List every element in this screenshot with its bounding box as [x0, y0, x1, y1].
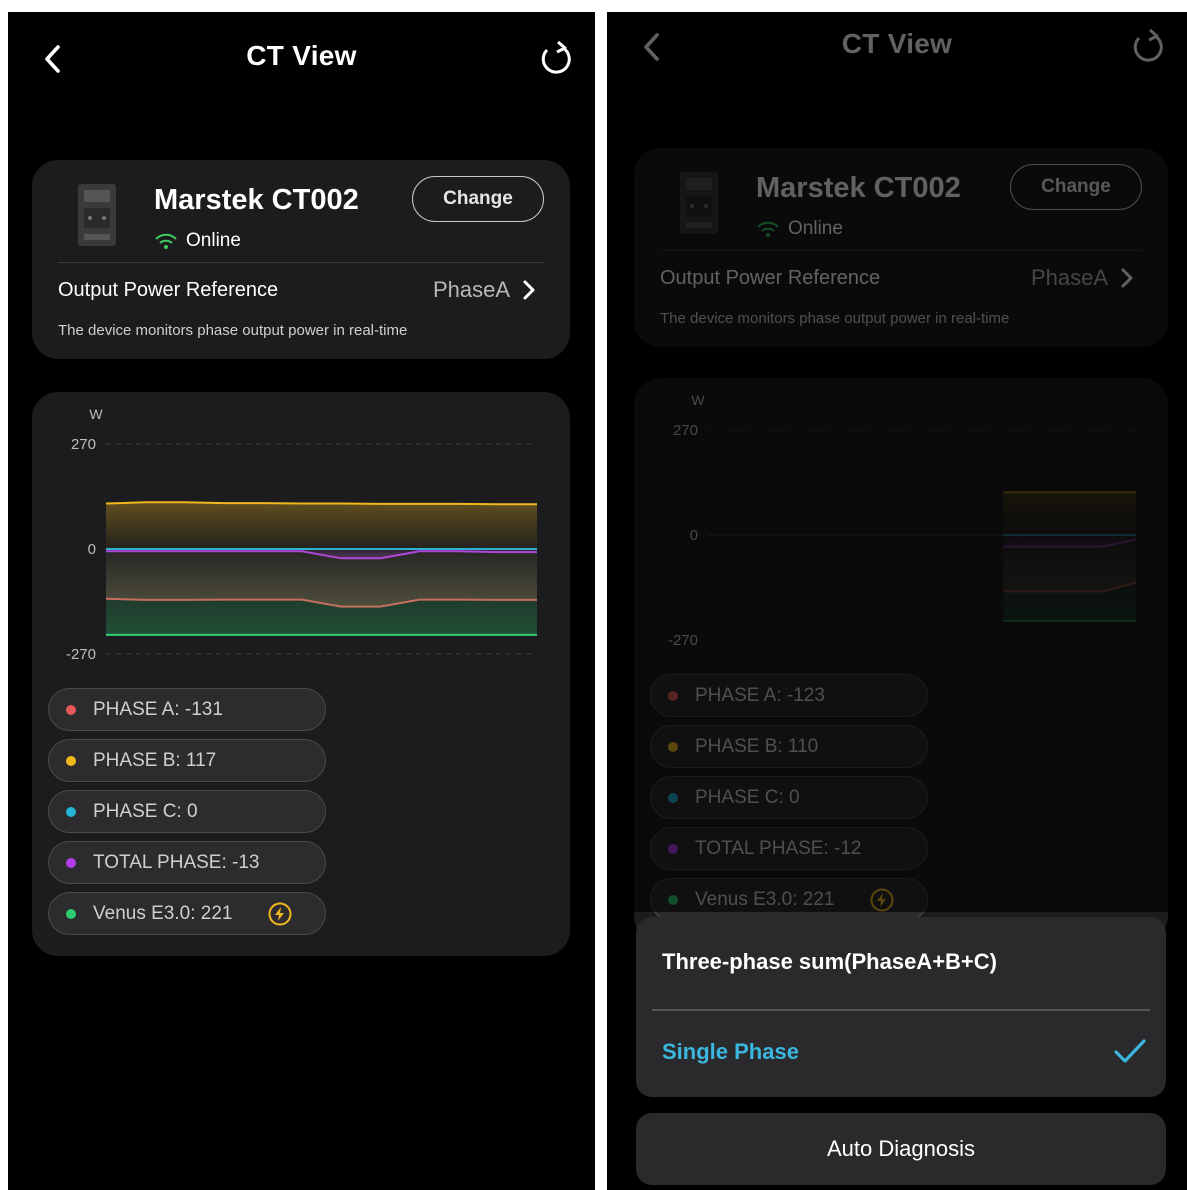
- series-area: [106, 549, 537, 635]
- legend-dot: [668, 894, 678, 905]
- series-area: [106, 502, 537, 549]
- legend-item[interactable]: TOTAL PHASE: -12: [650, 827, 928, 870]
- power-chart-card: W 270 0 -270 PHASE A: -131 PHASE B: 117 PHASE…: [32, 392, 570, 956]
- legend-item[interactable]: TOTAL PHASE: -13: [48, 841, 326, 884]
- legend-label: Venus E3.0: 221: [93, 902, 233, 924]
- device-card: Marstek CT002 Online Change Output Power…: [634, 148, 1168, 347]
- legend-dot: [66, 806, 76, 817]
- legend-item[interactable]: Venus E3.0: 221: [48, 892, 326, 935]
- chevron-right-icon: [523, 280, 535, 300]
- wifi-icon: [757, 221, 779, 237]
- legend-label: PHASE B: 110: [695, 735, 819, 757]
- power-chart: W 270 0 -270: [66, 406, 537, 663]
- change-button[interactable]: Change: [1010, 164, 1142, 210]
- nav-bar: CT View: [8, 12, 595, 102]
- device-card: Marstek CT002 Online Change Output Power…: [32, 160, 570, 359]
- option-single-phase[interactable]: Single Phase: [636, 1007, 1166, 1097]
- charging-bolt-icon: [268, 902, 292, 926]
- legend-dot: [66, 755, 76, 766]
- y-tick-label: 270: [673, 422, 698, 439]
- screen-ct-view: CT View Marstek CT002 Online Change Outp…: [8, 12, 595, 1190]
- option-three-phase-sum[interactable]: Three-phase sum(PhaseA+B+C): [636, 917, 1166, 1007]
- legend-dot: [66, 908, 76, 919]
- legend-label: TOTAL PHASE: -13: [93, 851, 260, 873]
- output-power-reference-label: Output Power Reference: [58, 278, 279, 301]
- option-single-phase-label: Single Phase: [662, 1039, 799, 1064]
- device-status: Online: [154, 230, 241, 252]
- series-area: [1003, 535, 1136, 621]
- legend-label: TOTAL PHASE: -12: [695, 837, 862, 859]
- legend-dot: [668, 741, 678, 752]
- y-tick-label: -270: [66, 646, 96, 663]
- output-power-reference-label: Output Power Reference: [660, 266, 881, 289]
- legend-label: PHASE C: 0: [93, 800, 198, 822]
- legend-label: Venus E3.0: 221: [695, 888, 835, 910]
- canvas: CT View Marstek CT002 Online Change Outp…: [0, 0, 1187, 1190]
- page-title: CT View: [246, 40, 357, 71]
- legend-dot: [668, 843, 678, 854]
- screen-ct-view-phase-sheet: CT View Marstek CT002 Online Change Outp…: [607, 12, 1187, 1190]
- legend-dot: [66, 704, 76, 715]
- power-chart-card: W 270 0 -270 PHASE A: -123 PHASE B: 110 PHASE…: [634, 378, 1168, 942]
- device-image: [78, 184, 116, 246]
- refresh-icon[interactable]: [535, 38, 577, 80]
- legend-label: PHASE C: 0: [695, 786, 800, 808]
- divider: [660, 250, 1142, 251]
- output-power-reference-value-wrap: PhaseA: [433, 277, 536, 303]
- wifi-icon: [155, 233, 177, 249]
- charging-bolt-icon: [870, 888, 894, 912]
- legend-label: PHASE B: 117: [93, 749, 217, 771]
- legend-item[interactable]: PHASE C: 0: [48, 790, 326, 833]
- reference-description: The device monitors phase output power i…: [660, 310, 1010, 327]
- legend-dot: [66, 857, 76, 868]
- legend-item[interactable]: PHASE B: 110: [650, 725, 928, 768]
- legend-item[interactable]: PHASE B: 117: [48, 739, 326, 782]
- phase-options-sheet: Three-phase sum(PhaseA+B+C) Single Phase: [636, 917, 1166, 1097]
- legend-item[interactable]: PHASE A: -131: [48, 688, 326, 731]
- legend-dot: [668, 690, 678, 701]
- status-text: Online: [186, 230, 241, 251]
- output-power-reference-row[interactable]: Output Power Reference PhaseA: [58, 274, 536, 306]
- refresh-icon[interactable]: [1127, 26, 1169, 68]
- device-status: Online: [756, 218, 843, 240]
- y-tick-label: 0: [690, 527, 698, 544]
- device-name: Marstek CT002: [154, 184, 359, 216]
- legend-label: PHASE A: -123: [695, 684, 825, 706]
- y-tick-label: 0: [88, 541, 96, 558]
- power-chart: W 270 0 -270: [668, 392, 1137, 649]
- output-power-reference-row[interactable]: Output Power Reference PhaseA: [660, 262, 1134, 294]
- y-axis-unit-label: W: [691, 392, 705, 408]
- chart-legend: PHASE A: -131 PHASE B: 117 PHASE C: 0 TOTAL…: [48, 688, 326, 943]
- page-title: CT View: [841, 28, 953, 59]
- checkmark-icon: [1114, 1039, 1146, 1063]
- output-power-reference-value-wrap: PhaseA: [1031, 265, 1134, 291]
- chart-legend: PHASE A: -123 PHASE B: 110 PHASE C: 0 TOTAL…: [650, 674, 928, 929]
- device-name: Marstek CT002: [756, 172, 961, 204]
- output-power-reference-value: PhaseA: [1030, 265, 1108, 290]
- series-area: [1003, 492, 1136, 535]
- output-power-reference-value: PhaseA: [432, 277, 510, 302]
- y-tick-label: -270: [668, 632, 698, 649]
- device-image: [680, 172, 718, 234]
- legend-label: PHASE A: -131: [93, 698, 223, 720]
- legend-dot: [668, 792, 678, 803]
- legend-item[interactable]: PHASE A: -123: [650, 674, 928, 717]
- auto-diagnosis-button[interactable]: Auto Diagnosis: [636, 1113, 1166, 1185]
- legend-item[interactable]: Venus E3.0: 221: [650, 878, 928, 921]
- y-axis-unit-label: W: [89, 406, 103, 422]
- chevron-right-icon: [1121, 268, 1133, 288]
- status-text: Online: [788, 218, 843, 239]
- legend-item[interactable]: PHASE C: 0: [650, 776, 928, 819]
- nav-bar: CT View: [607, 12, 1187, 90]
- y-tick-label: 270: [71, 436, 96, 453]
- change-button[interactable]: Change: [412, 176, 544, 222]
- reference-description: The device monitors phase output power i…: [58, 322, 408, 339]
- divider: [58, 262, 544, 263]
